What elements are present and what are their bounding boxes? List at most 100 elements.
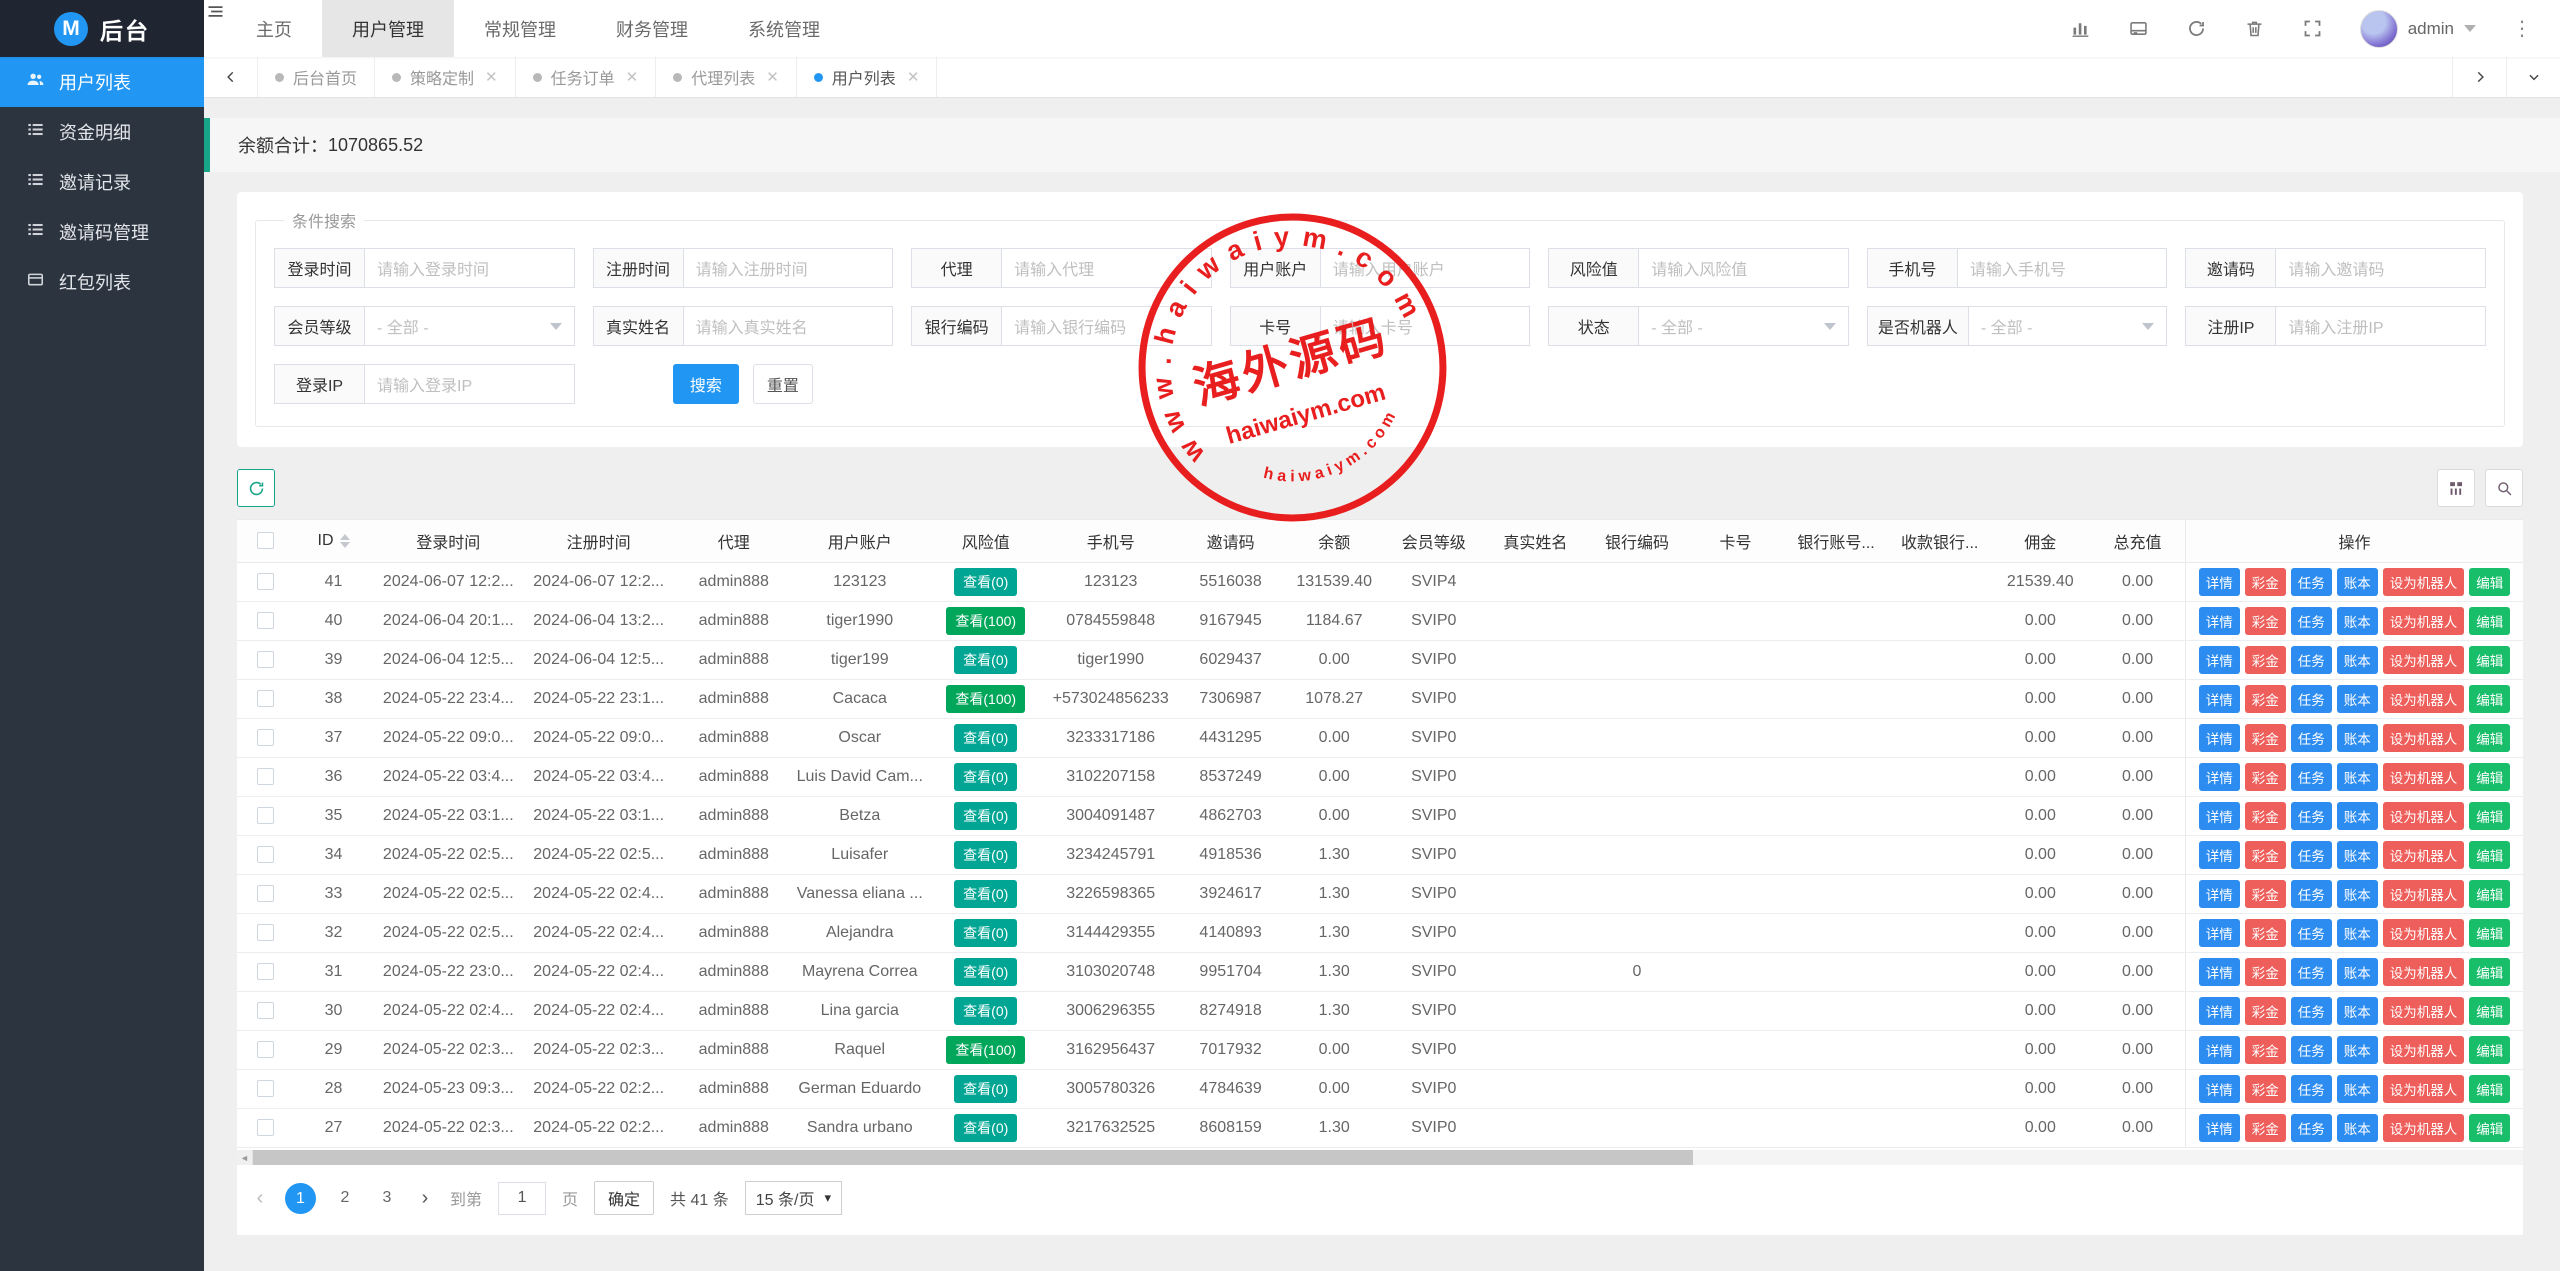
- action-red-button[interactable]: 彩金: [2245, 1075, 2286, 1103]
- action-green-button[interactable]: 编辑: [2469, 841, 2510, 869]
- search-toggle-icon[interactable]: [2485, 469, 2523, 507]
- action-blue-button[interactable]: 详情: [2199, 1114, 2240, 1142]
- action-blue-button[interactable]: 任务: [2291, 607, 2332, 635]
- page-next-icon[interactable]: ›: [416, 1187, 434, 1210]
- field-input[interactable]: 请输入注册时间: [683, 248, 894, 288]
- topnav-item[interactable]: 主页: [226, 0, 322, 57]
- select-all-checkbox[interactable]: [257, 532, 274, 549]
- row-checkbox[interactable]: [257, 1002, 274, 1019]
- row-checkbox[interactable]: [257, 1119, 274, 1136]
- field-input[interactable]: 请输入登录时间: [364, 248, 575, 288]
- action-blue-button[interactable]: 账本: [2337, 1036, 2378, 1064]
- risk-view-badge[interactable]: 查看(0): [954, 997, 1017, 1025]
- action-red-button[interactable]: 设为机器人: [2383, 880, 2465, 908]
- action-blue-button[interactable]: 账本: [2337, 841, 2378, 869]
- action-blue-button[interactable]: 详情: [2199, 919, 2240, 947]
- action-blue-button[interactable]: 任务: [2291, 802, 2332, 830]
- column-header[interactable]: 代理: [674, 520, 794, 563]
- action-blue-button[interactable]: 详情: [2199, 1075, 2240, 1103]
- action-red-button[interactable]: 设为机器人: [2383, 997, 2465, 1025]
- action-blue-button[interactable]: 任务: [2291, 1036, 2332, 1064]
- tab-item[interactable]: 任务订单✕: [516, 57, 657, 97]
- sidebar-item[interactable]: 用户列表: [0, 57, 204, 107]
- tab-item[interactable]: 后台首页: [258, 57, 375, 97]
- scrollbar-left-arrow[interactable]: ◄: [237, 1150, 253, 1165]
- action-blue-button[interactable]: 任务: [2291, 1114, 2332, 1142]
- row-checkbox[interactable]: [257, 612, 274, 629]
- action-blue-button[interactable]: 任务: [2291, 1075, 2332, 1103]
- tabs-menu-icon[interactable]: [2506, 57, 2560, 97]
- tab-close-icon[interactable]: ✕: [626, 68, 639, 86]
- action-green-button[interactable]: 编辑: [2469, 763, 2510, 791]
- row-checkbox[interactable]: [257, 768, 274, 785]
- action-red-button[interactable]: 设为机器人: [2383, 763, 2465, 791]
- field-input[interactable]: 请输入注册IP: [2275, 306, 2486, 346]
- action-green-button[interactable]: 编辑: [2469, 1114, 2510, 1142]
- action-red-button[interactable]: 彩金: [2245, 1036, 2286, 1064]
- field-select[interactable]: - 全部 -: [1638, 306, 1849, 346]
- action-blue-button[interactable]: 账本: [2337, 997, 2378, 1025]
- risk-view-badge[interactable]: 查看(0): [954, 802, 1017, 830]
- chart-icon[interactable]: [2070, 18, 2092, 40]
- action-blue-button[interactable]: 任务: [2291, 646, 2332, 674]
- action-green-button[interactable]: 编辑: [2469, 685, 2510, 713]
- column-header[interactable]: ID: [294, 520, 373, 563]
- row-checkbox[interactable]: [257, 690, 274, 707]
- action-green-button[interactable]: 编辑: [2469, 880, 2510, 908]
- action-blue-button[interactable]: 详情: [2199, 607, 2240, 635]
- action-blue-button[interactable]: 任务: [2291, 997, 2332, 1025]
- row-checkbox[interactable]: [257, 573, 274, 590]
- risk-view-badge[interactable]: 查看(0): [954, 841, 1017, 869]
- field-input[interactable]: 请输入卡号: [1320, 306, 1531, 346]
- action-red-button[interactable]: 设为机器人: [2383, 646, 2465, 674]
- action-green-button[interactable]: 编辑: [2469, 724, 2510, 752]
- scrollbar-thumb[interactable]: [253, 1150, 1693, 1165]
- field-input[interactable]: 请输入用户账户: [1320, 248, 1531, 288]
- action-blue-button[interactable]: 详情: [2199, 646, 2240, 674]
- row-checkbox[interactable]: [257, 1041, 274, 1058]
- topnav-item[interactable]: 财务管理: [586, 0, 718, 57]
- field-input[interactable]: 请输入风险值: [1638, 248, 1849, 288]
- action-blue-button[interactable]: 账本: [2337, 1114, 2378, 1142]
- action-blue-button[interactable]: 详情: [2199, 997, 2240, 1025]
- action-blue-button[interactable]: 详情: [2199, 568, 2240, 596]
- sidebar-item[interactable]: 红包列表: [0, 257, 204, 307]
- risk-view-badge[interactable]: 查看(100): [946, 685, 1025, 713]
- action-red-button[interactable]: 彩金: [2245, 724, 2286, 752]
- action-red-button[interactable]: 彩金: [2245, 919, 2286, 947]
- column-header[interactable]: 余额: [1285, 520, 1383, 563]
- action-blue-button[interactable]: 任务: [2291, 724, 2332, 752]
- tabs-scroll-right-icon[interactable]: [2452, 57, 2506, 97]
- page-number[interactable]: 2: [332, 1189, 358, 1207]
- action-blue-button[interactable]: 账本: [2337, 763, 2378, 791]
- action-blue-button[interactable]: 任务: [2291, 841, 2332, 869]
- user-avatar[interactable]: [2360, 10, 2398, 48]
- action-blue-button[interactable]: 详情: [2199, 880, 2240, 908]
- action-red-button[interactable]: 设为机器人: [2383, 568, 2465, 596]
- column-header[interactable]: 卡号: [1688, 520, 1784, 563]
- action-blue-button[interactable]: 账本: [2337, 919, 2378, 947]
- sidebar-item[interactable]: 邀请码管理: [0, 207, 204, 257]
- more-menu-icon[interactable]: ⋮: [2512, 16, 2532, 41]
- action-red-button[interactable]: 设为机器人: [2383, 958, 2465, 986]
- refresh-icon[interactable]: [2186, 18, 2208, 40]
- action-blue-button[interactable]: 任务: [2291, 919, 2332, 947]
- tab-close-icon[interactable]: ✕: [485, 68, 498, 86]
- risk-view-badge[interactable]: 查看(100): [946, 1036, 1025, 1064]
- action-green-button[interactable]: 编辑: [2469, 1075, 2510, 1103]
- action-red-button[interactable]: 设为机器人: [2383, 841, 2465, 869]
- action-blue-button[interactable]: 账本: [2337, 958, 2378, 986]
- row-checkbox[interactable]: [257, 885, 274, 902]
- risk-view-badge[interactable]: 查看(0): [954, 880, 1017, 908]
- row-checkbox[interactable]: [257, 729, 274, 746]
- risk-view-badge[interactable]: 查看(0): [954, 1075, 1017, 1103]
- action-blue-button[interactable]: 账本: [2337, 802, 2378, 830]
- action-green-button[interactable]: 编辑: [2469, 646, 2510, 674]
- tab-close-icon[interactable]: ✕: [766, 68, 779, 86]
- topnav-item[interactable]: 用户管理: [322, 0, 454, 57]
- action-red-button[interactable]: 设为机器人: [2383, 724, 2465, 752]
- risk-view-badge[interactable]: 查看(0): [954, 958, 1017, 986]
- action-blue-button[interactable]: 详情: [2199, 1036, 2240, 1064]
- sort-icon[interactable]: [340, 534, 350, 548]
- action-blue-button[interactable]: 任务: [2291, 958, 2332, 986]
